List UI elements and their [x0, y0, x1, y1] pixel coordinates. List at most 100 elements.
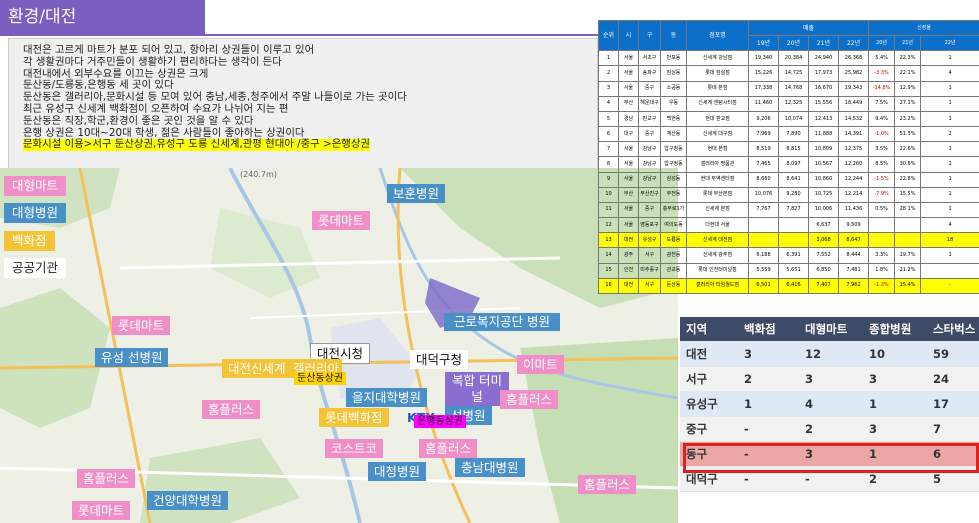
table-cell: 해운대구 — [638, 95, 661, 112]
table-cell-growth: 1 — [920, 186, 979, 203]
table-row: 대전 3 12 10 59 — [680, 341, 979, 367]
table-cell-sales: 10,725 — [808, 186, 839, 203]
place-eunhaeng-district[interactable]: 은행동상권 — [414, 415, 466, 428]
table-cell: 인천 — [618, 262, 639, 279]
table-cell-sales: 7,465 — [748, 156, 779, 173]
place-homeplus[interactable]: 홈플러스 — [77, 469, 136, 488]
table-row: 6 대구 중구 계산동 신세계 대구점 7,969 7,890 11,888 14,391 -1.… — [598, 126, 979, 143]
place-homeplus[interactable]: 홈플러스 — [578, 475, 637, 494]
table-cell: 광천동 — [660, 247, 687, 264]
table-row: 9 서울 강남구 삼성동 현대 무역센터점 8,660 8,641 10,860 12,244-… — [598, 171, 979, 188]
table-cell-sales: 24,940 — [808, 50, 839, 67]
table-cell-sales: 10,074 — [778, 110, 809, 128]
place-yuseong-sun-hospital[interactable]: 유성 선병원 — [95, 348, 169, 367]
place-lotte-mart[interactable]: 롯데마트 — [72, 501, 131, 520]
table-cell: 1 — [598, 50, 619, 67]
place-homeplus[interactable]: 홈플러스 — [419, 439, 478, 458]
place-daecheong-hospital[interactable]: 대청병원 — [368, 462, 427, 481]
table-cell: 서울 — [618, 201, 639, 219]
table-cell-sales — [778, 232, 809, 249]
table-header-cell: 대형마트 — [799, 317, 863, 342]
table-cell: 갤러리아 명품관 — [686, 156, 749, 173]
table-cell-sales: 8,641 — [778, 171, 809, 188]
table-cell-growth: 1 — [920, 171, 979, 188]
table-cell-sales: 11,436 — [837, 201, 870, 219]
table-cell: 서구 — [680, 366, 738, 392]
table-cell-growth: 19.7% — [894, 247, 922, 264]
place-emart[interactable]: 이마트 — [517, 355, 564, 374]
table-row: 1 서울 서초구 반포동 신세계 강남점 19,340 20,384 24,940 26,368… — [598, 50, 979, 67]
table-header-cell: 종합병원 — [863, 317, 927, 342]
place-homeplus[interactable]: 홈플러스 — [500, 390, 559, 409]
table-header-cell: 백화점 — [738, 317, 799, 342]
table-cell-sales: 7,767 — [748, 201, 779, 219]
header-sales-year: 21년 — [808, 35, 839, 52]
table-cell-growth — [868, 217, 896, 234]
place-costco[interactable]: 코스트코 — [325, 439, 384, 458]
table-cell: 서구 — [638, 247, 661, 264]
table-cell-sales: 6,850 — [808, 262, 839, 279]
table-cell-sales: 14,391 — [837, 126, 870, 143]
table-cell-growth: 22.1% — [894, 65, 922, 82]
table-header-row: 지역 백화점 대형마트 종합병원 스타벅스 — [680, 317, 979, 342]
header-sales-year: 20년 — [778, 35, 809, 52]
table-cell: 중구 — [638, 80, 661, 97]
table-cell: 광주 — [618, 247, 639, 264]
table-cell-growth: 3.5% — [868, 141, 896, 158]
table-cell-growth: 1 — [920, 141, 979, 158]
table-cell-growth: 1 — [920, 50, 979, 67]
legend-department-store: 백화점 — [4, 231, 55, 251]
table-cell: 백현동 — [660, 110, 687, 128]
place-daedeok-office[interactable]: 대덕구청 — [410, 350, 469, 369]
table-cell: 서울 — [618, 65, 639, 82]
map-view[interactable]: (240.7m) 보훈병원 롯데마트 롯데마트 근로복지공단 병원 유성 선병원… — [0, 168, 678, 523]
header-sales-year: 19년 — [748, 35, 779, 52]
table-cell: 송파구 — [638, 65, 661, 82]
table-cell-growth: 8.5% — [868, 156, 896, 173]
table-cell: 서울 — [618, 217, 639, 234]
table-cell: 11 — [598, 201, 619, 219]
table-cell-growth: 27.1% — [894, 95, 922, 112]
place-lotte-mart[interactable]: 롯데마트 — [312, 211, 371, 230]
table-cell: 2 — [598, 65, 619, 82]
table-cell-sales: 7,407 — [808, 277, 839, 295]
table-cell: 소공동 — [660, 80, 687, 97]
table-cell-growth: 22.3% — [894, 50, 922, 67]
place-homeplus[interactable]: 홈플러스 — [202, 400, 261, 419]
table-cell-sales: 8,097 — [778, 156, 809, 173]
table-cell-sales: 9,280 — [778, 186, 809, 203]
table-cell-sales: 5,559 — [748, 262, 779, 279]
table-cell: 강남구 — [638, 156, 661, 173]
place-shinsegae-dept[interactable]: 대전신세계 — [222, 359, 292, 378]
place-welfare-hospital[interactable]: 근로복지공단 병원 — [444, 313, 560, 331]
table-cell-growth: 0.5% — [868, 201, 896, 219]
place-dunsan-district[interactable]: 둔산동상권 — [294, 372, 346, 385]
table-cell-sales: 12,413 — [808, 110, 839, 128]
description-box: 대전은 고르게 마트가 분포 되어 있고, 항아리 상권들이 이루고 있어 각 … — [8, 38, 598, 172]
table-cell-growth: -7.9% — [868, 186, 896, 203]
table-cell-sales: 6,188 — [748, 247, 779, 264]
place-lotte-mart[interactable]: 롯데마트 — [112, 316, 171, 335]
table-cell-growth: 1 — [920, 201, 979, 219]
place-lotte-dept[interactable]: 롯데백화점 — [319, 408, 389, 427]
table-row: 8 서울 강남구 압구정동 갤러리아 명품관 7,465 8,097 10,567 12,260… — [598, 156, 979, 173]
table-cell: 59 — [927, 341, 979, 367]
place-geonyang-hospital[interactable]: 건양대학병원 — [147, 491, 229, 510]
table-cell: - — [738, 416, 799, 442]
table-cell-sales: 8,444 — [837, 247, 870, 264]
table-cell: 3 — [738, 341, 799, 367]
table-row: 서구 2 3 3 24 — [680, 366, 979, 392]
table-cell-growth: 22.6% — [894, 141, 922, 158]
place-eulji-hospital[interactable]: 을지대학병원 — [346, 388, 428, 407]
place-bohun-hospital[interactable]: 보훈병원 — [387, 184, 446, 203]
table-cell: 17 — [927, 391, 979, 417]
table-cell: 14 — [598, 247, 619, 264]
place-chungnam-hospital[interactable]: 충남대병원 — [455, 458, 525, 477]
table-cell: 12 — [598, 217, 619, 234]
table-cell: 3 — [598, 80, 619, 97]
table-cell-growth: -1.5% — [868, 171, 896, 188]
table-cell: 현대 무역센터점 — [686, 171, 749, 188]
table-cell-growth: 15.4% — [894, 277, 922, 295]
table-cell-growth: -1.3% — [868, 277, 896, 295]
table-cell-growth — [920, 262, 979, 279]
